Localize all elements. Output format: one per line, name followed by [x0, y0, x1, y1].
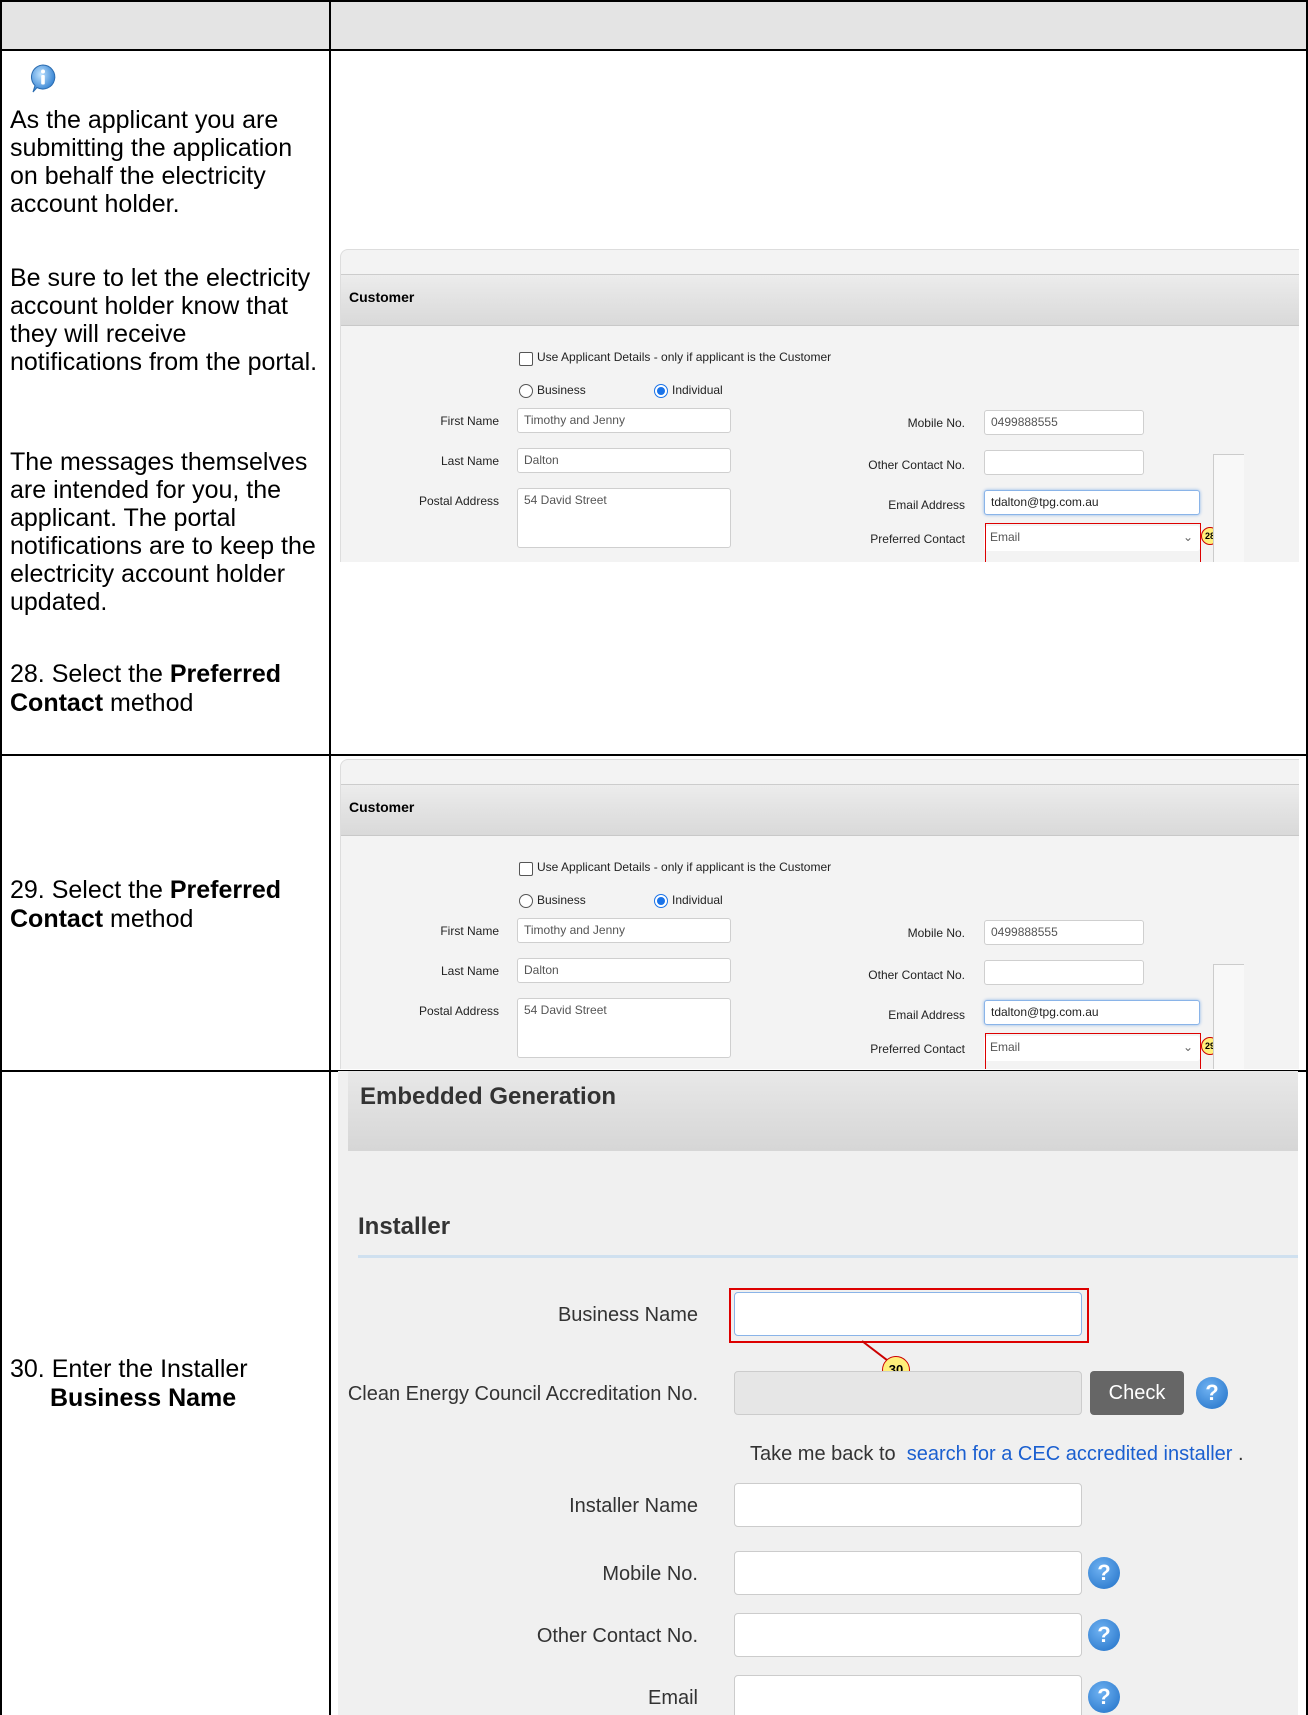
tooltip-fragment [1213, 454, 1244, 562]
postal-address-input[interactable]: 54 David Street [517, 998, 731, 1058]
help-icon[interactable]: ? [1088, 1619, 1120, 1651]
cec-accreditation-label: Clean Energy Council Accreditation No. [347, 1383, 698, 1405]
column-divider [329, 0, 331, 1715]
installer-email-label: Email [647, 1687, 698, 1709]
use-applicant-label: Use Applicant Details - only if applican… [537, 350, 832, 364]
individual-radio[interactable] [654, 894, 668, 908]
check-button[interactable]: Check [1090, 1371, 1184, 1415]
cec-accreditation-input[interactable] [734, 1371, 1082, 1415]
individual-radio[interactable] [654, 384, 668, 398]
business-label: Business [537, 893, 586, 907]
highlight-box [985, 1033, 1201, 1069]
individual-label: Individual [672, 383, 723, 397]
business-radio[interactable] [519, 384, 533, 398]
postal-address-label: Postal Address [418, 1004, 499, 1018]
step-30-instruction: 30. Enter the Installer Business Name [10, 1355, 325, 1413]
border-left [0, 0, 2, 1715]
installer-other-contact-label: Other Contact No. [536, 1625, 698, 1647]
first-name-input[interactable]: Timothy and Jenny [517, 918, 731, 943]
customer-header-bar: Customer [341, 274, 1299, 326]
installer-heading: Installer [358, 1213, 451, 1240]
step-30-bold: Business Name [50, 1384, 237, 1412]
first-name-label: First Name [440, 924, 499, 938]
customer-title: Customer [349, 289, 415, 305]
step-29-instruction: 29. Select the Preferred Contact method [10, 876, 325, 934]
help-icon[interactable]: ? [1196, 1377, 1228, 1409]
last-name-label: Last Name [440, 964, 499, 978]
first-name-input[interactable]: Timothy and Jenny [517, 408, 731, 433]
preferred-contact-label: Preferred Contact [870, 1042, 965, 1056]
business-radio[interactable] [519, 894, 533, 908]
email-input[interactable]: tdalton@tpg.com.au [984, 490, 1200, 515]
header-divider [0, 49, 1308, 51]
mobile-input[interactable]: 0499888555 [984, 410, 1144, 435]
instruction-table: As the applicant you are submitting the … [0, 0, 1308, 1715]
use-applicant-checkbox[interactable] [519, 352, 533, 366]
last-name-label: Last Name [440, 454, 499, 468]
other-contact-input[interactable] [984, 450, 1144, 475]
last-name-input[interactable]: Dalton [517, 958, 731, 983]
help-icon[interactable]: ? [1088, 1557, 1120, 1589]
step-28-instruction: 28. Select the Preferred Contact method [10, 660, 325, 718]
mobile-label: Mobile No. [907, 416, 965, 430]
installer-divider [358, 1255, 1298, 1258]
email-label: Email Address [888, 1008, 965, 1022]
individual-label: Individual [672, 893, 723, 907]
embedded-generation-title: Embedded Generation [360, 1083, 617, 1110]
business-label: Business [537, 383, 586, 397]
installer-mobile-input[interactable] [734, 1551, 1082, 1595]
other-contact-label: Other Contact No. [868, 968, 965, 982]
note-paragraph-2: Be sure to let the electricity account h… [10, 264, 318, 376]
highlight-box [985, 523, 1201, 562]
row-divider-1 [0, 754, 1308, 756]
customer-header-bar: Customer [341, 784, 1299, 836]
take-back-text: Take me back to search for a CEC accredi… [750, 1443, 1244, 1466]
installer-other-contact-input[interactable] [734, 1613, 1082, 1657]
other-contact-input[interactable] [984, 960, 1144, 985]
border-top [0, 0, 1308, 2]
postal-address-input[interactable]: 54 David Street [517, 488, 731, 548]
customer-screenshot-28: Customer Use Applicant Details - only if… [340, 249, 1299, 562]
highlight-box [729, 1288, 1089, 1343]
mobile-label: Mobile No. [907, 926, 965, 940]
take-back-label: Take me back to [750, 1443, 896, 1465]
embedded-generation-screenshot: Embedded Generation Installer Business N… [338, 1071, 1298, 1715]
step-30-text: 30. Enter the Installer [10, 1355, 248, 1383]
tooltip-fragment [1213, 964, 1244, 1069]
help-icon[interactable]: ? [1088, 1681, 1120, 1713]
business-name-label: Business Name [557, 1304, 698, 1326]
step-28-text: 28. Select the [10, 660, 170, 688]
email-label: Email Address [888, 498, 965, 512]
embedded-generation-header: Embedded Generation [348, 1071, 1298, 1151]
postal-address-label: Postal Address [418, 494, 499, 508]
installer-mobile-label: Mobile No. [602, 1563, 698, 1585]
use-applicant-checkbox[interactable] [519, 862, 533, 876]
customer-screenshot-29: Customer Use Applicant Details - only if… [340, 759, 1299, 1069]
installer-name-label: Installer Name [569, 1495, 698, 1517]
take-back-period: . [1238, 1443, 1244, 1465]
installer-name-input[interactable] [734, 1483, 1082, 1527]
table-header [0, 0, 1308, 50]
use-applicant-label: Use Applicant Details - only if applican… [537, 860, 832, 874]
step-29-text: 29. Select the [10, 876, 170, 904]
other-contact-label: Other Contact No. [868, 458, 965, 472]
info-icon [31, 64, 56, 93]
last-name-input[interactable]: Dalton [517, 448, 731, 473]
cec-search-link[interactable]: search for a CEC accredited installer [907, 1443, 1233, 1465]
note-paragraph-1: As the applicant you are submitting the … [10, 106, 293, 218]
mobile-input[interactable]: 0499888555 [984, 920, 1144, 945]
step-29-tail: method [103, 905, 194, 933]
note-paragraph-3: The messages themselves are intended for… [10, 448, 316, 616]
preferred-contact-label: Preferred Contact [870, 532, 965, 546]
customer-title: Customer [349, 799, 415, 815]
first-name-label: First Name [440, 414, 499, 428]
installer-email-input[interactable] [734, 1675, 1082, 1715]
email-input[interactable]: tdalton@tpg.com.au [984, 1000, 1200, 1025]
step-28-tail: method [103, 689, 194, 717]
